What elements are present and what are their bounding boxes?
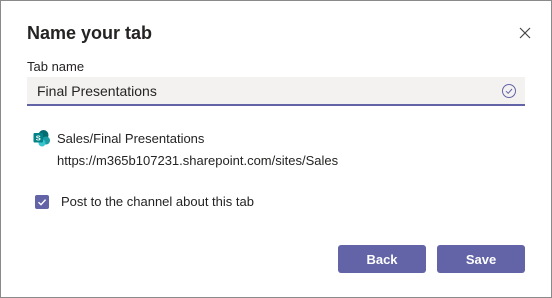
checkmark-icon xyxy=(38,198,47,206)
close-icon xyxy=(519,27,531,39)
check-circle-icon xyxy=(502,84,516,98)
tab-name-label: Tab name xyxy=(27,59,85,74)
sharepoint-source: S Sales/Final Presentations xyxy=(33,129,204,147)
save-button[interactable]: Save xyxy=(437,245,525,273)
source-url: https://m365b107231.sharepoint.com/sites… xyxy=(57,153,339,168)
back-button[interactable]: Back xyxy=(338,245,426,273)
sharepoint-icon: S xyxy=(33,130,50,147)
close-button[interactable] xyxy=(515,23,535,43)
tab-name-input[interactable] xyxy=(27,77,497,104)
svg-text:S: S xyxy=(36,134,41,143)
source-name: Sales/Final Presentations xyxy=(57,130,205,146)
post-to-channel-checkbox[interactable] xyxy=(35,194,49,209)
name-tab-dialog: Name your tab Tab name S Sales/Final Pre… xyxy=(0,0,552,298)
dialog-title: Name your tab xyxy=(27,23,153,43)
post-to-channel-option[interactable]: Post to the channel about this tab xyxy=(35,194,254,209)
tab-name-field[interactable] xyxy=(27,77,525,106)
post-to-channel-label: Post to the channel about this tab xyxy=(61,194,254,209)
